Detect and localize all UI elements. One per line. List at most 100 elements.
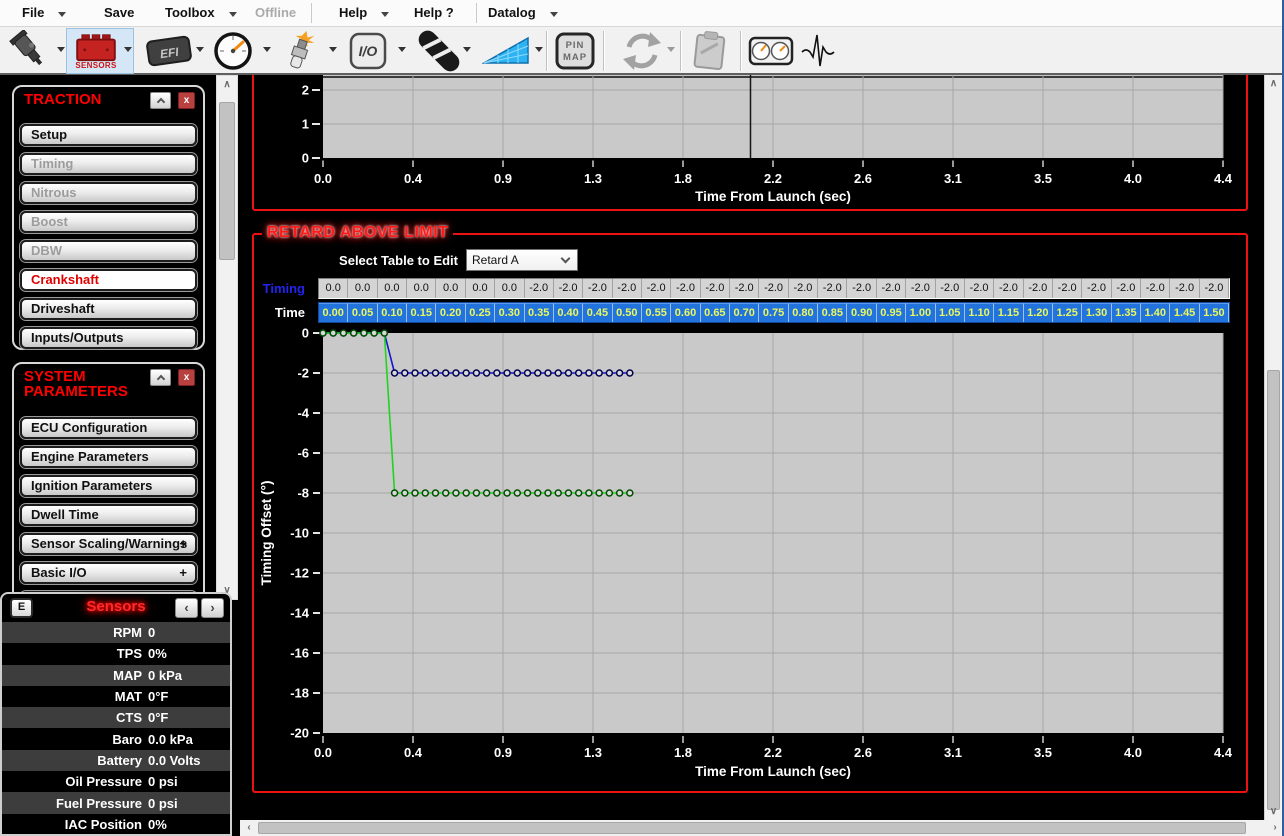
sidebar-item-sensor-scaling-warnings[interactable]: Sensor Scaling/Warnings+ <box>20 533 197 555</box>
sidebar-item-setup[interactable]: Setup <box>20 124 197 146</box>
fuel-injector-button[interactable] <box>6 30 52 72</box>
time-cell[interactable]: 1.05 <box>936 303 965 322</box>
sensors-dropdown-arrow[interactable] <box>124 47 132 52</box>
timing-cell[interactable]: 0.0 <box>436 279 465 298</box>
timing-cell[interactable]: -2.0 <box>613 279 642 298</box>
time-cell[interactable]: 0.30 <box>495 303 524 322</box>
time-cell[interactable]: 0.35 <box>525 303 554 322</box>
gauge-button[interactable] <box>212 30 254 72</box>
sensors-button[interactable]: SENSORS <box>74 30 118 72</box>
traction-close-button[interactable]: x <box>178 92 195 109</box>
timing-cell[interactable]: -2.0 <box>1112 279 1141 298</box>
time-cell[interactable]: 0.25 <box>466 303 495 322</box>
traction-grid-dropdown-arrow[interactable] <box>535 47 543 52</box>
main-vertical-scrollbar[interactable]: ∧ ∨ <box>1264 75 1282 820</box>
sidebar-item-boost[interactable]: Boost <box>20 211 197 233</box>
timing-cell[interactable]: -2.0 <box>583 279 612 298</box>
menu-item-help[interactable]: Help ? <box>414 0 454 26</box>
sidebar-item-ignition-parameters[interactable]: Ignition Parameters <box>20 475 197 497</box>
timing-cell[interactable]: -2.0 <box>642 279 671 298</box>
time-cell[interactable]: 1.45 <box>1170 303 1199 322</box>
traction-collapse-button[interactable] <box>150 92 171 109</box>
time-cell[interactable]: 1.35 <box>1112 303 1141 322</box>
timing-cell[interactable]: 0.0 <box>466 279 495 298</box>
time-cell[interactable]: 1.40 <box>1141 303 1170 322</box>
sidebar-item-dbw[interactable]: DBW <box>20 240 197 262</box>
time-cell[interactable]: 0.80 <box>789 303 818 322</box>
time-cell[interactable]: 1.30 <box>1082 303 1111 322</box>
waveform-button[interactable] <box>800 30 846 72</box>
time-cell[interactable]: 1.00 <box>906 303 935 322</box>
system-close-button[interactable]: x <box>178 369 195 386</box>
timing-cell[interactable]: -2.0 <box>1053 279 1082 298</box>
table-select-dropdown[interactable]: Retard A <box>466 249 578 271</box>
time-cell[interactable]: 0.20 <box>436 303 465 322</box>
time-cell[interactable]: 1.25 <box>1053 303 1082 322</box>
time-cell[interactable]: 0.60 <box>671 303 700 322</box>
timing-cell[interactable]: -2.0 <box>701 279 730 298</box>
timing-cell[interactable]: -2.0 <box>789 279 818 298</box>
timing-cell[interactable]: 0.0 <box>378 279 407 298</box>
timing-cell[interactable]: 0.0 <box>495 279 524 298</box>
tire-button[interactable] <box>416 30 462 72</box>
scroll-up-icon[interactable]: ∧ <box>1265 78 1282 89</box>
efi-module-button[interactable]: EFI <box>145 30 193 72</box>
sidebar-item-basic-i-o[interactable]: Basic I/O+ <box>20 562 197 584</box>
timing-cell[interactable]: 0.0 <box>319 279 348 298</box>
timing-cell[interactable]: -2.0 <box>1141 279 1170 298</box>
time-cell[interactable]: 0.95 <box>877 303 906 322</box>
time-cell[interactable]: 0.65 <box>701 303 730 322</box>
menu-item-help[interactable]: Help <box>339 0 389 26</box>
time-cell[interactable]: 1.20 <box>1024 303 1053 322</box>
timing-cell[interactable]: -2.0 <box>1082 279 1111 298</box>
time-cell[interactable]: 0.50 <box>613 303 642 322</box>
timing-cell[interactable]: -2.0 <box>906 279 935 298</box>
time-cell[interactable]: 0.85 <box>818 303 847 322</box>
scroll-down-icon[interactable]: ∨ <box>1265 806 1282 817</box>
timing-cell[interactable]: -2.0 <box>554 279 583 298</box>
dual-gauges-button[interactable] <box>748 30 794 72</box>
menu-item-save[interactable]: Save <box>104 0 134 26</box>
menu-item-datalog[interactable]: Datalog <box>488 0 558 26</box>
timing-cell[interactable]: -2.0 <box>994 279 1023 298</box>
sidebar-item-nitrous[interactable]: Nitrous <box>20 182 197 204</box>
time-cell[interactable]: 1.10 <box>965 303 994 322</box>
timing-cell[interactable]: -2.0 <box>818 279 847 298</box>
spark-plug-dropdown-arrow[interactable] <box>329 47 337 52</box>
timing-cell[interactable]: -2.0 <box>965 279 994 298</box>
sidebar-item-engine-parameters[interactable]: Engine Parameters <box>20 446 197 468</box>
timing-cell[interactable]: -2.0 <box>525 279 554 298</box>
io-button[interactable]: I/O <box>349 30 387 72</box>
scroll-left-icon[interactable]: ‹ <box>242 822 256 833</box>
timing-cell[interactable]: -2.0 <box>847 279 876 298</box>
time-cell[interactable]: 0.00 <box>319 303 348 322</box>
horizontal-scrollbar-thumb[interactable] <box>258 822 1246 834</box>
fuel-injector-dropdown-arrow[interactable] <box>57 47 65 52</box>
time-cell[interactable]: 0.40 <box>554 303 583 322</box>
sidebar-item-ecu-configuration[interactable]: ECU Configuration <box>20 417 197 439</box>
efi-module-dropdown-arrow[interactable] <box>196 47 204 52</box>
sidebar-item-crankshaft[interactable]: Crankshaft <box>20 269 197 291</box>
time-cell[interactable]: 1.15 <box>994 303 1023 322</box>
time-cell[interactable]: 0.45 <box>583 303 612 322</box>
gauge-dropdown-arrow[interactable] <box>263 47 271 52</box>
system-collapse-button[interactable] <box>150 369 171 386</box>
timing-cell[interactable]: -2.0 <box>730 279 759 298</box>
timing-cell[interactable]: 0.0 <box>348 279 377 298</box>
sidebar-scrollbar-thumb[interactable] <box>219 102 235 260</box>
time-cell[interactable]: 0.10 <box>378 303 407 322</box>
timing-cell[interactable]: -2.0 <box>1200 279 1229 298</box>
time-cell[interactable]: 0.75 <box>759 303 788 322</box>
time-cell[interactable]: 0.55 <box>642 303 671 322</box>
io-dropdown-arrow[interactable] <box>398 47 406 52</box>
vertical-scrollbar-thumb[interactable] <box>1267 370 1280 810</box>
traction-grid-button[interactable] <box>482 30 530 72</box>
time-cell[interactable]: 0.05 <box>348 303 377 322</box>
timing-cell[interactable]: -2.0 <box>936 279 965 298</box>
timing-cell[interactable]: -2.0 <box>1024 279 1053 298</box>
sensors-next-button[interactable]: › <box>201 598 224 618</box>
sidebar-item-dwell-time[interactable]: Dwell Time <box>20 504 197 526</box>
sensors-prev-button[interactable]: ‹ <box>175 598 198 618</box>
scroll-right-icon[interactable]: › <box>1268 822 1282 833</box>
timing-cell[interactable]: -2.0 <box>759 279 788 298</box>
